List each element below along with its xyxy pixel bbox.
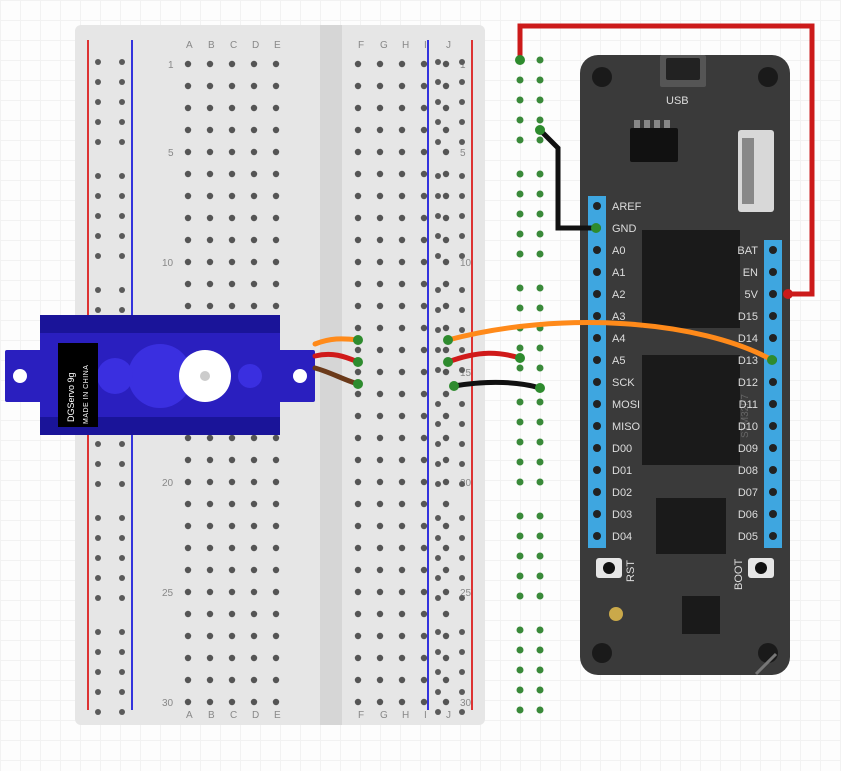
svg-text:B: B	[208, 40, 215, 51]
svg-text:10: 10	[162, 258, 174, 269]
usb-label: USB	[666, 95, 689, 107]
svg-text:25: 25	[162, 588, 174, 599]
mcu-pin-d11: D11	[739, 399, 758, 411]
servo-label-line1: DGServo 9g	[66, 372, 76, 422]
mcu-pin-a4: A4	[612, 333, 625, 345]
mcu-pin-d02: D02	[612, 487, 632, 499]
svg-text:E: E	[274, 40, 281, 51]
svg-text:F: F	[358, 710, 364, 721]
mcu-pin-d10: D10	[738, 421, 758, 433]
svg-text:1: 1	[168, 60, 174, 71]
ufl-connector	[609, 607, 623, 621]
mcu-pin-a0: A0	[612, 245, 625, 257]
mcu-pin-d03: D03	[612, 509, 632, 521]
mcu-pin-mosi: MOSI	[612, 399, 640, 411]
svg-text:30: 30	[460, 698, 472, 709]
svg-text:F: F	[358, 40, 364, 51]
svg-text:J: J	[446, 40, 451, 51]
svg-text:G: G	[380, 710, 388, 721]
mcu-pin-d05: D05	[738, 531, 758, 543]
svg-text:I: I	[424, 40, 427, 51]
svg-text:H: H	[402, 710, 409, 721]
mcu-pin-a1: A1	[612, 267, 625, 279]
mcu-pin-d01: D01	[612, 465, 632, 477]
mcu-pin-d06: D06	[738, 509, 758, 521]
svg-text:H: H	[402, 40, 409, 51]
svg-text:30: 30	[162, 698, 174, 709]
mcu-pin-d09: D09	[738, 443, 758, 455]
svg-text:5: 5	[460, 148, 466, 159]
mcu-pin-aref: AREF	[612, 201, 642, 213]
mcu-pin-d08: D08	[738, 465, 758, 477]
mcu-pin-d12: D12	[738, 377, 758, 389]
servo-9g: DGServo 9g MADE IN CHINA	[5, 315, 315, 435]
mcu-pin-a2: A2	[612, 289, 625, 301]
mcu-pin-d07: D07	[738, 487, 758, 499]
mcu-pin-en: EN	[743, 267, 758, 279]
mcu-chip-3	[656, 498, 726, 554]
svg-text:J: J	[446, 710, 451, 721]
mcu-chip-main	[642, 355, 740, 465]
svg-text:C: C	[230, 710, 237, 721]
svg-text:G: G	[380, 40, 388, 51]
mcu-pin-sck: SCK	[612, 377, 635, 389]
mcu-pin-gnd: GND	[612, 223, 637, 235]
svg-text:A: A	[186, 710, 193, 721]
svg-text:I: I	[424, 710, 427, 721]
svg-text:A: A	[186, 40, 193, 51]
mcu-chip-4	[682, 596, 720, 634]
svg-text:10: 10	[460, 258, 472, 269]
svg-text:D: D	[252, 40, 259, 51]
diagram-canvas: ABC DE FGH IJ ABC DE FGH IJ 11 55 1010 1…	[0, 0, 841, 771]
mcu-pin-miso: MISO	[612, 421, 641, 433]
svg-text:E: E	[274, 710, 281, 721]
mcu-pin-d13: D13	[738, 355, 758, 367]
mcu-board: USB STM32F7 RST BOOT AREFGNDA0A1A2A3A	[580, 55, 790, 675]
svg-text:C: C	[230, 40, 237, 51]
svg-text:RST: RST	[625, 560, 637, 582]
mcu-pin-5v: 5V	[745, 289, 759, 301]
svg-text:5: 5	[168, 148, 174, 159]
mcu-pin-d15: D15	[738, 311, 758, 323]
mcu-pin-d14: D14	[738, 333, 758, 345]
mcu-pin-bat: BAT	[737, 245, 758, 257]
svg-text:D: D	[252, 710, 259, 721]
mcu-chip-1	[642, 230, 740, 328]
svg-text:BOOT: BOOT	[733, 559, 745, 590]
svg-text:B: B	[208, 710, 215, 721]
mcu-pin-a5: A5	[612, 355, 625, 367]
servo-label-line2: MADE IN CHINA	[83, 365, 90, 424]
mcu-pin-d04: D04	[612, 531, 632, 543]
svg-text:20: 20	[162, 478, 174, 489]
mcu-pin-d00: D00	[612, 443, 632, 455]
